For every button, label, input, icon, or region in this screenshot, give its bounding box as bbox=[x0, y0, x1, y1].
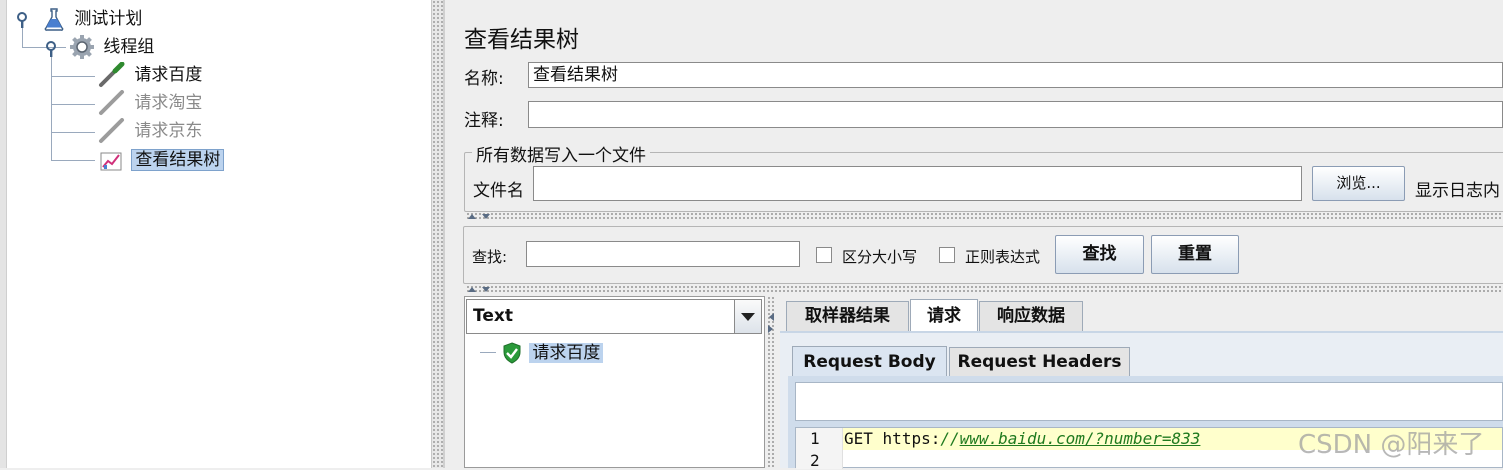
tree-connector bbox=[51, 160, 95, 161]
search-label: 查找: bbox=[472, 248, 508, 266]
tree-node-thread-group[interactable]: 线程组 bbox=[69, 34, 157, 60]
filename-label: 文件名 bbox=[473, 181, 524, 201]
chevron-down-icon bbox=[741, 313, 755, 321]
tree-node-label: 请求百度 bbox=[134, 65, 203, 85]
tab-request[interactable]: 请求 bbox=[910, 299, 978, 332]
success-shield-icon bbox=[503, 342, 521, 364]
regex-checkbox[interactable] bbox=[939, 247, 955, 263]
pipette-icon bbox=[99, 61, 125, 87]
code-line: GET https://www.baidu.com/?number=833 bbox=[844, 429, 1200, 448]
result-item-label: 请求百度 bbox=[529, 343, 604, 363]
url-link[interactable]: www.baidu.com/?number=833 bbox=[960, 429, 1201, 448]
case-sensitive-label: 区分大小写 bbox=[842, 248, 918, 266]
tree-connector bbox=[51, 56, 52, 160]
tab-response-data[interactable]: 响应数据 bbox=[979, 301, 1083, 331]
comment-field[interactable] bbox=[528, 101, 1503, 128]
line-number: 2 bbox=[810, 451, 820, 470]
http-method: GET bbox=[844, 429, 873, 448]
url-scheme: https: bbox=[882, 429, 941, 448]
tree-node-label: 请求淘宝 bbox=[134, 93, 203, 113]
expand-key-icon[interactable] bbox=[14, 11, 30, 29]
pipette-icon bbox=[99, 118, 124, 143]
split-pane-border bbox=[443, 0, 445, 468]
collapse-arrows-icon[interactable] bbox=[466, 285, 500, 293]
file-group-title: 所有数据写入一个文件 bbox=[472, 141, 650, 166]
filename-field[interactable] bbox=[533, 166, 1302, 201]
log-label: 显示日志内 bbox=[1415, 181, 1500, 201]
name-field[interactable]: 查看结果树 bbox=[528, 62, 1503, 88]
browse-button[interactable]: 浏览... bbox=[1312, 166, 1405, 201]
name-label: 名称: bbox=[464, 69, 504, 89]
flask-icon bbox=[44, 8, 64, 31]
reset-button[interactable]: 重置 bbox=[1151, 235, 1239, 274]
panel-splitter[interactable] bbox=[466, 212, 1503, 220]
url-separator: // bbox=[940, 429, 960, 448]
tree-node-request-taobao[interactable]: 请求淘宝 bbox=[98, 90, 205, 116]
collapse-arrows-icon[interactable] bbox=[466, 212, 500, 220]
tab-request-headers[interactable]: Request Headers bbox=[949, 347, 1130, 377]
request-body-toolbar bbox=[795, 382, 1503, 421]
dropdown-button[interactable] bbox=[734, 300, 761, 333]
tree-connector bbox=[51, 104, 95, 105]
tab-request-body[interactable]: Request Body bbox=[792, 346, 947, 377]
tree-node-view-results-tree[interactable]: 查看结果树 bbox=[98, 147, 225, 173]
regex-label: 正则表达式 bbox=[965, 248, 1041, 266]
test-plan-tree: 测试计划 线程组 请求百度 请求淘宝 请求京东 查看结果树 bbox=[0, 0, 432, 468]
window-edge bbox=[0, 0, 7, 468]
tree-node-label: 查看结果树 bbox=[131, 149, 225, 171]
page-title: 查看结果树 bbox=[464, 27, 579, 53]
tree-node-request-baidu[interactable]: 请求百度 bbox=[98, 61, 205, 88]
find-button[interactable]: 查找 bbox=[1055, 235, 1144, 274]
tree-connector bbox=[480, 352, 496, 353]
comment-label: 注释: bbox=[464, 111, 504, 131]
tab-sampler-result[interactable]: 取样器结果 bbox=[786, 301, 909, 331]
tree-node-label: 测试计划 bbox=[74, 9, 143, 29]
case-sensitive-checkbox[interactable] bbox=[816, 247, 832, 263]
tree-node-request-jd[interactable]: 请求京东 bbox=[98, 118, 205, 144]
tree-node-test-plan[interactable]: 测试计划 bbox=[42, 6, 145, 32]
renderer-select-value: Text bbox=[473, 306, 513, 326]
tree-connector bbox=[22, 28, 23, 48]
tree-connector bbox=[51, 76, 95, 77]
pipette-icon bbox=[99, 90, 124, 115]
expand-key-icon[interactable] bbox=[43, 40, 59, 58]
panel-splitter[interactable] bbox=[466, 285, 1503, 293]
chart-icon bbox=[100, 152, 122, 171]
collapse-arrows-icon[interactable] bbox=[767, 312, 775, 334]
search-input[interactable] bbox=[526, 241, 800, 267]
renderer-select[interactable]: Text bbox=[466, 299, 762, 334]
tree-connector bbox=[51, 132, 95, 133]
watermark: CSDN @阳来了 bbox=[1298, 430, 1485, 460]
tree-node-label: 线程组 bbox=[103, 37, 155, 57]
result-item-request-baidu[interactable]: 请求百度 bbox=[500, 340, 604, 366]
line-number: 1 bbox=[810, 429, 820, 448]
tree-node-label: 请求京东 bbox=[134, 121, 203, 141]
gear-icon bbox=[70, 35, 94, 59]
